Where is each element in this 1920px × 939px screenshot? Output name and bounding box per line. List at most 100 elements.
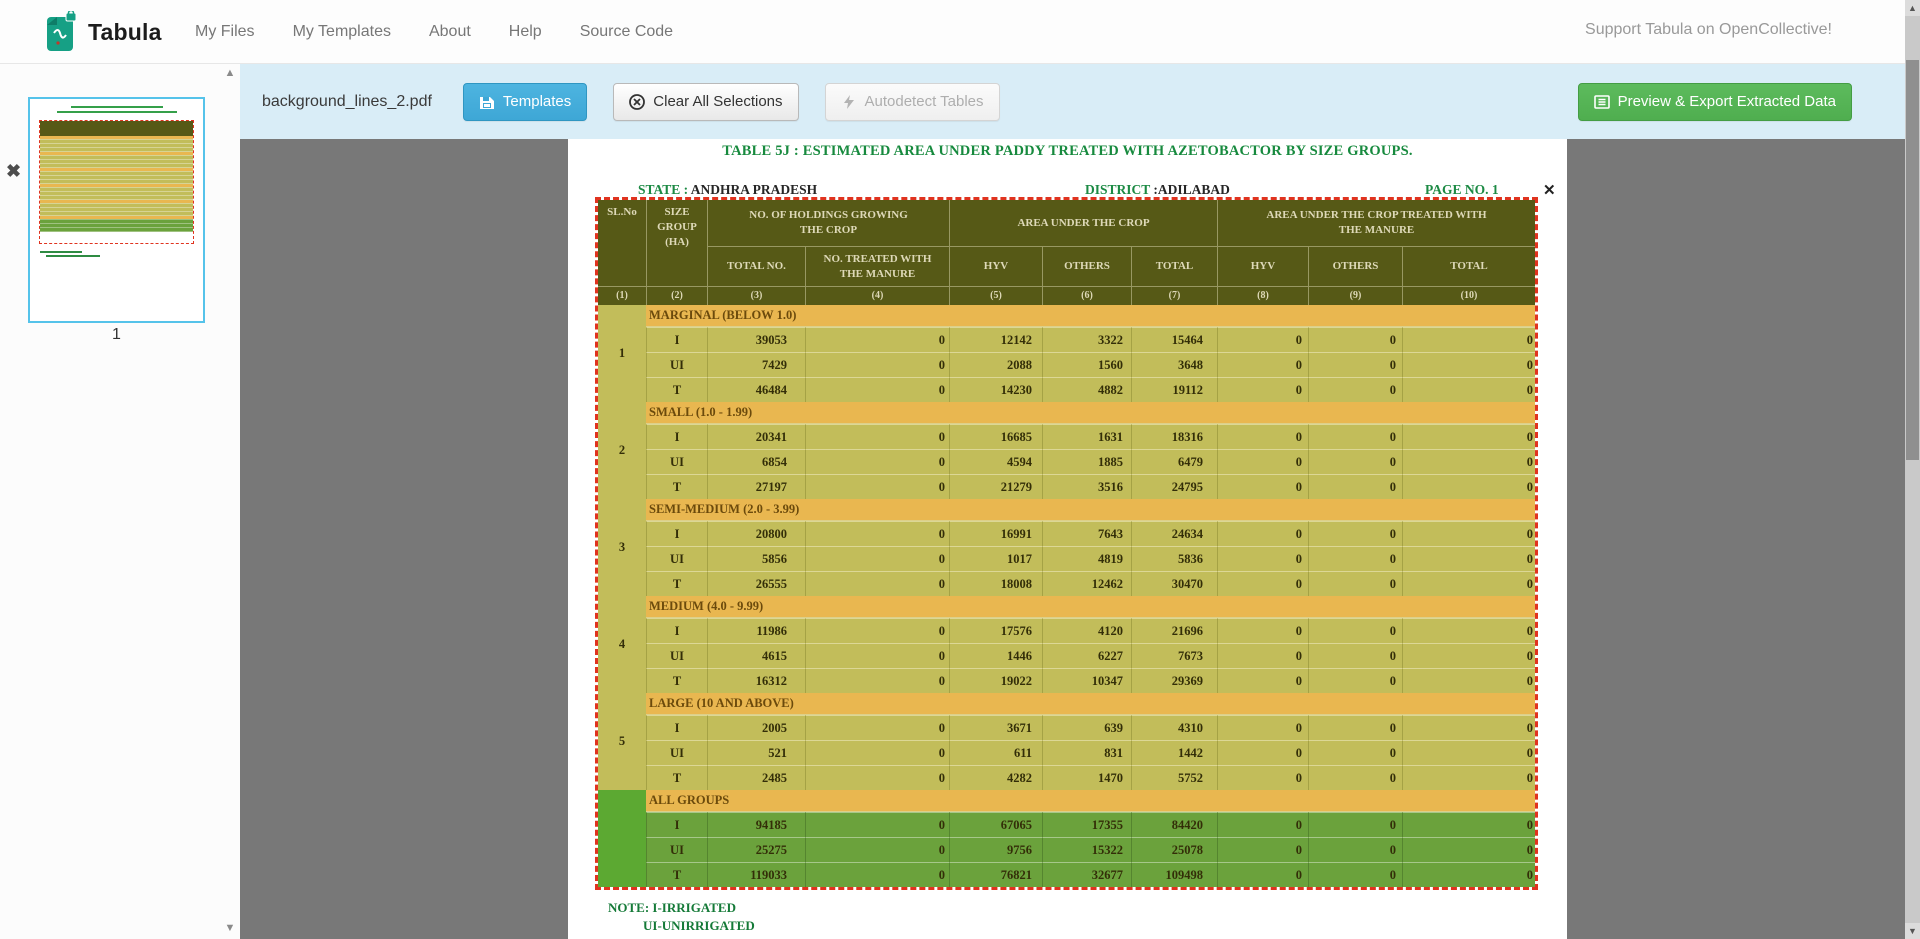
value-cell: 0 (1217, 327, 1308, 352)
value-cell: 0 (1402, 327, 1535, 352)
value-cell: 0 (1217, 424, 1308, 449)
table-selection-box[interactable]: SL.No SIZE GROUP (HA) NO. OF HOLDINGS GR… (595, 197, 1538, 890)
row-label-cell: I (646, 812, 707, 837)
value-cell: 15464 (1131, 327, 1217, 352)
value-cell: 4819 (1042, 546, 1131, 571)
subheader: HYV (1217, 246, 1308, 286)
value-cell: 0 (1308, 521, 1402, 546)
value-cell: 16685 (949, 424, 1042, 449)
value-cell: 0 (1402, 377, 1535, 402)
table-section: 4MEDIUM (4.0 - 9.99)I1198601757641202169… (598, 596, 1535, 693)
nav-item-source-code[interactable]: Source Code (580, 23, 673, 41)
pdf-table-title: TABLE 5J : ESTIMATED AREA UNDER PADDY TR… (568, 143, 1567, 160)
thumb-note-line (40, 251, 82, 253)
value-cell: 0 (1402, 449, 1535, 474)
sidebar-scroll-down-icon[interactable]: ▼ (223, 921, 237, 935)
value-cell: 1885 (1042, 449, 1131, 474)
nav-item-my-templates[interactable]: My Templates (293, 23, 391, 41)
support-link[interactable]: Support Tabula on OpenCollective! (1585, 21, 1832, 39)
document-viewport: TABLE 5J : ESTIMATED AREA UNDER PADDY TR… (240, 139, 1905, 939)
value-cell: 0 (1402, 424, 1535, 449)
templates-label: Templates (503, 93, 571, 110)
value-cell: 1560 (1042, 352, 1131, 377)
size-group-band: SMALL (1.0 - 1.99) (646, 402, 1535, 424)
value-cell: 17355 (1042, 812, 1131, 837)
value-cell: 15322 (1042, 837, 1131, 862)
header-group-holdings: NO. OF HOLDINGS GROWING THE CROP (707, 200, 949, 246)
value-cell: 16991 (949, 521, 1042, 546)
slno-cell: 1 (598, 305, 646, 402)
note-line-1: NOTE: I-IRRIGATED (608, 899, 755, 917)
scroll-down-icon[interactable]: ▼ (1905, 923, 1920, 939)
scrollbar-thumb[interactable] (1906, 60, 1919, 460)
value-cell: 0 (805, 837, 949, 862)
remove-page-icon[interactable]: ✖ (6, 162, 21, 180)
sidebar-scroll-up-icon[interactable]: ▲ (223, 66, 237, 80)
value-cell: 26555 (707, 571, 805, 596)
value-cell: 3322 (1042, 327, 1131, 352)
value-cell: 109498 (1131, 862, 1217, 887)
value-cell: 4310 (1131, 715, 1217, 740)
subheader: TOTAL (1402, 246, 1535, 286)
pdf-page[interactable]: TABLE 5J : ESTIMATED AREA UNDER PADDY TR… (568, 139, 1567, 939)
col-number: (10) (1402, 286, 1535, 305)
value-cell: 7673 (1131, 643, 1217, 668)
value-cell: 0 (1402, 715, 1535, 740)
templates-button[interactable]: Templates (463, 83, 587, 121)
value-cell: 0 (805, 643, 949, 668)
value-cell: 0 (1308, 862, 1402, 887)
subheader: OTHERS (1308, 246, 1402, 286)
header-group-area: AREA UNDER THE CROP (949, 200, 1217, 246)
value-cell: 25078 (1131, 837, 1217, 862)
value-cell: 1017 (949, 546, 1042, 571)
table-section: 5LARGE (10 AND ABOVE)I200503671639431000… (598, 693, 1535, 790)
value-cell: 3516 (1042, 474, 1131, 499)
preview-export-button[interactable]: Preview & Export Extracted Data (1578, 83, 1852, 121)
state-field: STATE : ANDHRA PRADESH (638, 182, 817, 198)
main-scrollbar[interactable]: ▲ ▼ (1905, 0, 1920, 939)
value-cell: 24634 (1131, 521, 1217, 546)
nav-item-my-files[interactable]: My Files (195, 23, 255, 41)
nav-item-help[interactable]: Help (509, 23, 542, 41)
scroll-up-icon[interactable]: ▲ (1905, 0, 1920, 16)
tabula-brand[interactable]: Tabula (46, 11, 162, 53)
value-cell: 0 (1402, 352, 1535, 377)
value-cell: 119033 (707, 862, 805, 887)
nav-menu: My Files My Templates About Help Source … (195, 0, 673, 64)
value-cell: 0 (1217, 837, 1308, 862)
thumbnail-sidebar: ✖ 1 ▲ ▼ (0, 64, 240, 939)
value-cell: 0 (1402, 571, 1535, 596)
row-label-cell: I (646, 521, 707, 546)
value-cell: 0 (1308, 837, 1402, 862)
autodetect-tables-button[interactable]: Autodetect Tables (825, 83, 1000, 121)
row-label-cell: UI (646, 352, 707, 377)
value-cell: 7429 (707, 352, 805, 377)
header-slno: SL.No (598, 200, 646, 286)
page-thumbnail[interactable] (28, 97, 205, 323)
slno-cell: 4 (598, 596, 646, 693)
nav-item-about[interactable]: About (429, 23, 471, 41)
value-cell: 611 (949, 740, 1042, 765)
value-cell: 21696 (1131, 618, 1217, 643)
value-cell: 94185 (707, 812, 805, 837)
value-cell: 0 (805, 668, 949, 693)
size-group-band: ALL GROUPS (646, 790, 1535, 812)
col-number: (2) (646, 286, 707, 305)
value-cell: 0 (1402, 837, 1535, 862)
value-cell: 0 (805, 715, 949, 740)
value-cell: 0 (805, 377, 949, 402)
save-template-icon (479, 94, 495, 110)
selection-close-icon[interactable]: ✕ (1543, 181, 1556, 199)
subheader: NO. TREATED WITH THE MANURE (805, 246, 949, 286)
value-cell: 27197 (707, 474, 805, 499)
row-label-cell: UI (646, 449, 707, 474)
value-cell: 0 (1217, 618, 1308, 643)
clear-all-selections-button[interactable]: Clear All Selections (613, 83, 798, 121)
value-cell: 3671 (949, 715, 1042, 740)
col-number: (5) (949, 286, 1042, 305)
value-cell: 18008 (949, 571, 1042, 596)
value-cell: 0 (1308, 812, 1402, 837)
page-no-field: PAGE NO. 1 (1425, 182, 1499, 198)
value-cell: 0 (1217, 668, 1308, 693)
value-cell: 0 (805, 352, 949, 377)
